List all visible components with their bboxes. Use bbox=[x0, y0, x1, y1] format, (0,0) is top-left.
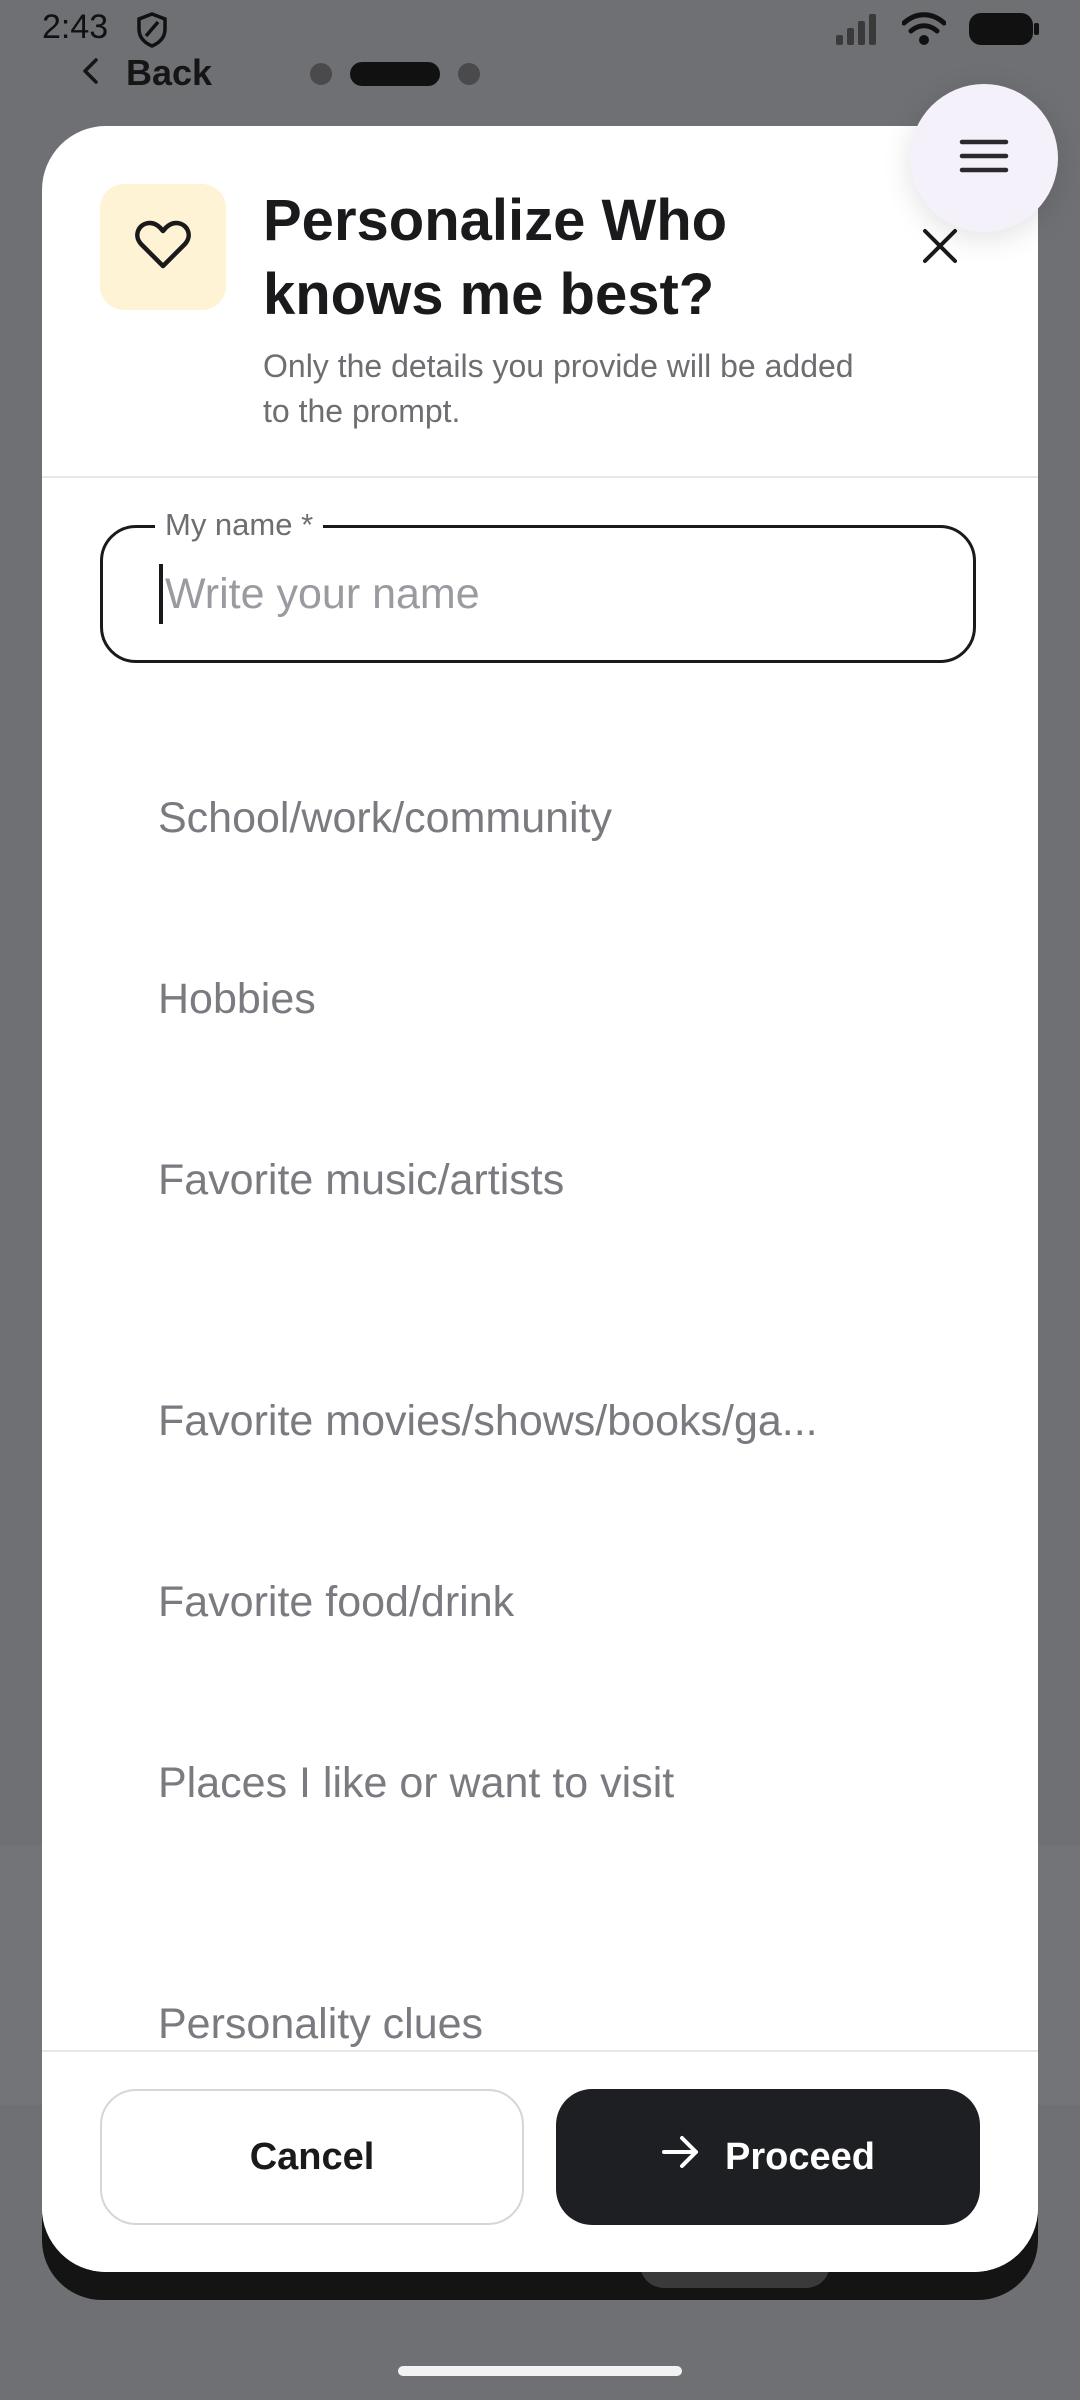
menu-button[interactable] bbox=[910, 84, 1058, 232]
proceed-button[interactable]: Proceed bbox=[556, 2089, 980, 2225]
modal-title: Personalize Who knows me best? bbox=[263, 188, 728, 327]
school-work-community-field[interactable]: School/work/community bbox=[158, 780, 958, 856]
shield-icon bbox=[136, 12, 168, 53]
name-field: My name * bbox=[100, 504, 976, 663]
cancel-button[interactable]: Cancel bbox=[100, 2089, 524, 2225]
heart-icon bbox=[135, 220, 191, 275]
proceed-label: Proceed bbox=[725, 2135, 875, 2178]
page-dot bbox=[310, 63, 332, 85]
arrow-right-icon bbox=[661, 2135, 701, 2179]
page-dot bbox=[458, 63, 480, 85]
close-button[interactable] bbox=[912, 220, 968, 276]
signal-icon bbox=[834, 13, 880, 50]
back-button[interactable]: Back bbox=[80, 52, 212, 94]
home-indicator[interactable] bbox=[398, 2366, 682, 2376]
name-field-label: My name * bbox=[155, 504, 324, 546]
status-time: 2:43 bbox=[42, 8, 109, 46]
personalize-modal: Personalize Who knows me best? Only the … bbox=[42, 126, 1038, 2272]
places-field[interactable]: Places I like or want to visit bbox=[158, 1745, 958, 1821]
page-indicator bbox=[310, 62, 480, 86]
battery-icon bbox=[968, 12, 1040, 51]
hobbies-field[interactable]: Hobbies bbox=[158, 961, 958, 1037]
close-icon bbox=[921, 227, 959, 270]
menu-icon bbox=[959, 138, 1009, 179]
favorite-food-field[interactable]: Favorite food/drink bbox=[158, 1564, 958, 1640]
favorite-music-field[interactable]: Favorite music/artists bbox=[158, 1142, 958, 1218]
chevron-left-icon bbox=[80, 57, 100, 90]
back-label: Back bbox=[126, 52, 213, 93]
name-input[interactable] bbox=[159, 564, 925, 624]
modal-header: Personalize Who knows me best? Only the … bbox=[42, 126, 1038, 478]
page-dot-active bbox=[350, 62, 440, 86]
modal-subtitle: Only the details you provide will be add… bbox=[263, 348, 854, 429]
favorite-media-field[interactable]: Favorite movies/shows/books/ga... bbox=[158, 1383, 958, 1459]
cancel-label: Cancel bbox=[249, 2135, 375, 2178]
wifi-icon bbox=[901, 12, 947, 51]
heart-badge bbox=[100, 184, 226, 310]
